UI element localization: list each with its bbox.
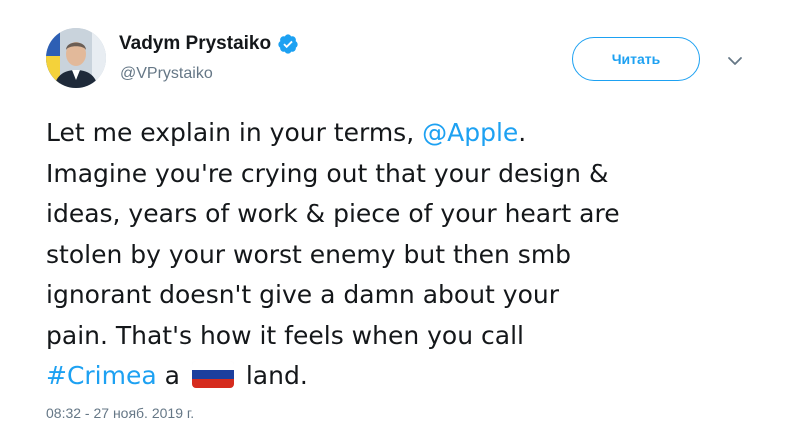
avatar[interactable]: [46, 28, 106, 88]
tweet-line: pain. That's how it feels when you call: [46, 320, 524, 350]
follow-button[interactable]: Читать: [572, 37, 700, 81]
chevron-down-icon[interactable]: [727, 54, 743, 66]
tweet-line: Let me explain in your terms, @Apple.: [46, 113, 766, 154]
author-name-row: Vadym Prystaiko: [119, 33, 299, 55]
tweet-line: ideas, years of work & piece of your hea…: [46, 199, 620, 228]
tweet-line: #Crimea a land.: [46, 356, 766, 397]
mention-link[interactable]: @Apple: [422, 118, 518, 147]
tweet-text-segment: .: [518, 118, 527, 147]
author-handle[interactable]: @VPrystaiko: [120, 65, 213, 83]
tweet-text-segment: Let me explain in your terms,: [46, 118, 423, 147]
hashtag-link[interactable]: #Crimea: [46, 361, 157, 390]
tweet-line: Imagine you're crying out that your desi…: [46, 158, 609, 188]
tweet-line: stolen by your worst enemy but then smb: [46, 239, 572, 269]
tweet-timestamp[interactable]: 08:32 - 27 нояб. 2019 г.: [46, 405, 194, 421]
tweet-text-segment: land.: [237, 361, 308, 390]
tweet-text-segment: a: [156, 361, 188, 390]
display-name[interactable]: Vadym Prystaiko: [119, 33, 271, 55]
russia-flag-icon: [191, 361, 234, 388]
tweet-card: Vadym Prystaiko @VPrystaiko Читать Let m…: [0, 0, 787, 435]
tweet-line: ignorant doesn't give a damn about your: [46, 280, 560, 309]
verified-badge-icon: [277, 33, 299, 55]
tweet-text: Let me explain in your terms, @Apple. Im…: [46, 113, 766, 397]
